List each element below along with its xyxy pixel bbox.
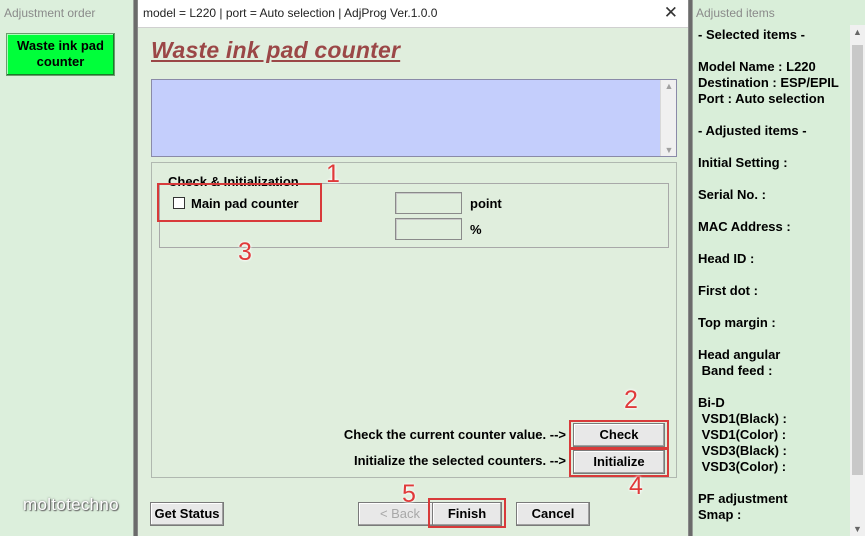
annotation-number-2: 2 [624, 386, 638, 414]
waste-ink-pad-counter-button[interactable]: Waste ink pad counter [6, 33, 115, 76]
cancel-button[interactable]: Cancel [516, 502, 590, 526]
point-value-field [395, 192, 462, 214]
scroll-up-icon[interactable]: ▲ [661, 81, 677, 91]
adjusted-item-line: First dot : [698, 283, 758, 298]
annotation-number-3: 3 [238, 238, 252, 266]
watermark: moltotechno [23, 495, 119, 514]
adjusted-item-line: Band feed : [698, 363, 773, 378]
adjusted-item-line: VSD1(Color) : [698, 427, 787, 442]
adjusted-item-line: - Adjusted items - [698, 123, 807, 138]
adjusted-item-line: Smap : [698, 507, 742, 522]
adjusted-item-line: - Selected items - [698, 27, 805, 42]
adjusted-item-line: Serial No. : [698, 187, 766, 202]
adjusted-item-line: VSD3(Color) : [698, 459, 787, 474]
annotation-number-1: 1 [326, 160, 340, 188]
display-scrollbar[interactable]: ▲ ▼ [660, 80, 676, 156]
highlight-box-initialize [569, 447, 669, 477]
adjustment-order-title: Adjustment order [4, 6, 96, 20]
adjusted-item-line: PF adjustment [698, 491, 788, 506]
adjusted-items-title: Adjusted items [696, 6, 775, 20]
adjusted-item-line: MAC Address : [698, 219, 791, 234]
percent-value-field [395, 218, 462, 240]
scroll-down-icon[interactable]: ▼ [850, 524, 865, 534]
check-instruction-text: Check the current counter value. --> [343, 427, 566, 442]
annotation-number-4: 4 [629, 472, 643, 500]
highlight-box-checkbox [157, 183, 322, 222]
adjusted-item-line: Head angular [698, 347, 781, 362]
scroll-up-icon[interactable]: ▲ [850, 27, 865, 37]
adjusted-item-line: VSD1(Black) : [698, 411, 787, 426]
close-icon[interactable]: ✕ [664, 3, 678, 23]
title-bar: model = L220 | port = Auto selection | A… [138, 0, 688, 28]
adjusted-item-line: Top margin : [698, 315, 776, 330]
page-title: Waste ink pad counter [151, 37, 401, 63]
adjusted-item-line: Model Name : L220 [698, 59, 816, 74]
highlight-box-check [569, 420, 669, 450]
scroll-down-icon[interactable]: ▼ [661, 145, 677, 155]
adjusted-item-line: VSD3(Black) : [698, 443, 787, 458]
point-unit-label: point [470, 196, 502, 211]
adjusted-item-line: Destination : ESP/EPIL [698, 75, 839, 90]
adjusted-item-line: Initial Setting : [698, 155, 788, 170]
adjusted-item-line: Bi-D [698, 395, 725, 410]
annotation-number-5: 5 [402, 480, 416, 508]
adjustment-order-panel: Adjustment order Waste ink pad counter m… [0, 0, 134, 536]
percent-unit-label: % [470, 222, 482, 237]
adjusted-item-line: Port : Auto selection [698, 91, 825, 106]
adjusted-items-scrollbar[interactable]: ▲ ▼ [850, 25, 865, 536]
window-title: model = L220 | port = Auto selection | A… [143, 6, 438, 20]
scrollbar-thumb[interactable] [852, 45, 863, 475]
message-display: ▲ ▼ [151, 79, 677, 157]
adjusted-items-panel: Adjusted items - Selected items - Model … [692, 0, 865, 536]
adjprog-dialog: model = L220 | port = Auto selection | A… [137, 0, 689, 536]
adjusted-item-line: Head ID : [698, 251, 755, 266]
get-status-button[interactable]: Get Status [150, 502, 224, 526]
highlight-box-finish [428, 498, 506, 528]
initialize-instruction-text: Initialize the selected counters. --> [353, 453, 566, 468]
